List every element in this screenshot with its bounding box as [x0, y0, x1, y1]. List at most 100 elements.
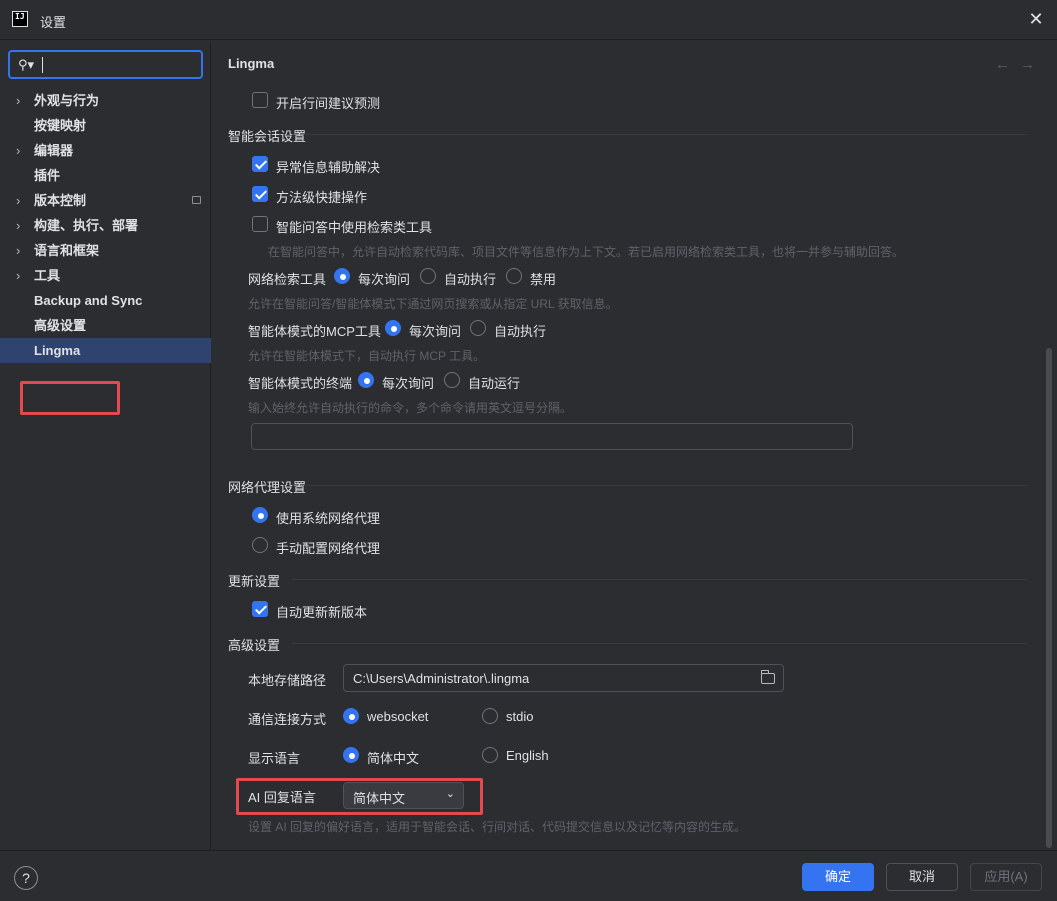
agent-mcp-auto-label: 自动执行	[494, 324, 547, 339]
display-lang-en-radio[interactable]	[482, 747, 498, 763]
advanced-section-title: 高级设置	[228, 638, 281, 653]
connection-websocket-label: websocket	[367, 709, 429, 724]
exception-assist-label: 异常信息辅助解决	[276, 160, 381, 175]
cancel-button[interactable]: 取消	[886, 863, 958, 891]
sidebar-item-label: 版本控制	[34, 193, 87, 208]
vertical-scrollbar[interactable]	[1046, 348, 1052, 848]
sidebar-item-appearance[interactable]: › 外观与行为	[0, 88, 211, 113]
sidebar-item-lingma[interactable]: Lingma	[0, 338, 211, 363]
project-scope-icon	[192, 196, 201, 204]
agent-mcp-ask-radio[interactable]	[385, 320, 401, 336]
agent-mcp-label: 智能体模式的MCP工具	[248, 324, 381, 339]
agent-mcp-hint: 允许在智能体模式下，自动执行 MCP 工具。	[248, 349, 486, 363]
close-icon[interactable]: ✕	[1025, 8, 1047, 30]
agent-terminal-ask-label: 每次询问	[382, 376, 435, 391]
apply-button[interactable]: 应用(A)	[970, 863, 1042, 891]
web-search-ask-label: 每次询问	[358, 272, 411, 287]
settings-tree: › 外观与行为 按键映射 › 编辑器 插件 › 版本控制 › 构建、执行、部署 …	[0, 88, 211, 363]
ok-button[interactable]: 确定	[802, 863, 874, 891]
allowed-commands-input[interactable]	[251, 423, 853, 450]
display-lang-zh-label: 简体中文	[367, 751, 420, 766]
sidebar-item-label: 高级设置	[34, 318, 87, 333]
ai-reply-lang-hint: 设置 AI 回复的偏好语言，适用于智能会话、行间对话、代码提交信息以及记忆等内容…	[248, 820, 747, 834]
agent-terminal-ask-radio[interactable]	[358, 372, 374, 388]
settings-panel: Lingma ←→ 开启行间建议预测 智能会话设置 异常信息辅助解决 方法级快捷…	[212, 41, 1057, 850]
annotation-highlight-box	[236, 778, 483, 815]
section-divider	[304, 485, 1027, 486]
sidebar-item-editor[interactable]: › 编辑器	[0, 138, 211, 163]
sidebar-item-label: 外观与行为	[34, 93, 100, 108]
method-quick-ops-checkbox[interactable]	[252, 186, 268, 202]
web-search-disable-label: 禁用	[530, 272, 557, 287]
proxy-manual-radio[interactable]	[252, 537, 268, 553]
page-title: Lingma	[228, 56, 275, 71]
window-title: 设置	[40, 15, 67, 30]
auto-update-label: 自动更新新版本	[276, 605, 368, 620]
chevron-right-icon[interactable]: ›	[16, 263, 28, 288]
chevron-right-icon[interactable]: ›	[16, 138, 28, 163]
web-search-auto-radio[interactable]	[420, 268, 436, 284]
agent-terminal-auto-radio[interactable]	[444, 372, 460, 388]
app-logo-icon: IJ	[12, 11, 28, 27]
web-search-hint: 允许在智能问答/智能体模式下通过网页搜索或从指定 URL 获取信息。	[248, 297, 618, 311]
sidebar-item-tools[interactable]: › 工具	[0, 263, 211, 288]
storage-path-label: 本地存储路径	[248, 673, 327, 688]
sidebar-item-label: 构建、执行、部署	[34, 218, 139, 233]
help-button[interactable]: ?	[14, 866, 38, 890]
storage-path-field[interactable]: C:\Users\Administrator\.lingma	[343, 664, 784, 692]
search-input[interactable]: ⚲▾	[8, 50, 203, 79]
chevron-right-icon[interactable]: ›	[16, 188, 28, 213]
proxy-system-label: 使用系统网络代理	[276, 511, 381, 526]
section-divider	[304, 134, 1027, 135]
web-search-ask-radio[interactable]	[334, 268, 350, 284]
back-arrow-icon[interactable]: ←	[995, 56, 1020, 73]
sidebar-item-languages[interactable]: › 语言和框架	[0, 238, 211, 263]
sidebar-item-vcs[interactable]: › 版本控制	[0, 188, 211, 213]
sidebar-item-label: 工具	[34, 268, 61, 283]
sidebar-item-label: 插件	[34, 168, 61, 183]
agent-mcp-ask-label: 每次询问	[409, 324, 462, 339]
chevron-right-icon[interactable]: ›	[16, 213, 28, 238]
search-tools-hint: 在智能问答中，允许自动检索代码库、项目文件等信息作为上下文。若已启用网络检索类工…	[268, 245, 905, 259]
sidebar-item-label: 编辑器	[34, 143, 74, 158]
update-section-title: 更新设置	[228, 574, 281, 589]
exception-assist-checkbox[interactable]	[252, 156, 268, 172]
annotation-highlight-box	[20, 381, 120, 415]
display-lang-en-label: English	[506, 748, 549, 763]
web-search-auto-label: 自动执行	[444, 272, 497, 287]
agent-mcp-auto-radio[interactable]	[470, 320, 486, 336]
sidebar-item-advanced[interactable]: 高级设置	[0, 313, 211, 338]
agent-terminal-hint: 输入始终允许自动执行的命令，多个命令请用英文逗号分隔。	[248, 401, 573, 415]
connection-label: 通信连接方式	[248, 712, 327, 727]
chevron-right-icon[interactable]: ›	[16, 88, 28, 113]
connection-websocket-radio[interactable]	[343, 708, 359, 724]
web-search-label: 网络检索工具	[248, 272, 327, 287]
sidebar: ⚲▾ › 外观与行为 按键映射 › 编辑器 插件 › 版本控制 › 构建、执行、…	[0, 41, 211, 850]
section-divider	[292, 643, 1027, 644]
chevron-right-icon[interactable]: ›	[16, 238, 28, 263]
inline-suggest-checkbox[interactable]	[252, 92, 268, 108]
section-divider	[292, 579, 1027, 580]
method-quick-ops-label: 方法级快捷操作	[276, 190, 368, 205]
search-tools-checkbox[interactable]	[252, 216, 268, 232]
web-search-disable-radio[interactable]	[506, 268, 522, 284]
sidebar-item-plugins[interactable]: 插件	[0, 163, 211, 188]
sidebar-item-label: 语言和框架	[34, 243, 100, 258]
forward-arrow-icon[interactable]: →	[1020, 56, 1045, 73]
dialog-footer: ? 确定 取消 应用(A)	[0, 850, 1057, 901]
sidebar-item-label: Backup and Sync	[34, 293, 143, 308]
inline-suggest-label: 开启行间建议预测	[276, 96, 381, 111]
display-lang-zh-radio[interactable]	[343, 747, 359, 763]
connection-stdio-label: stdio	[506, 709, 534, 724]
connection-stdio-radio[interactable]	[482, 708, 498, 724]
text-caret	[42, 57, 43, 73]
back-forward-arrows[interactable]: ←→	[995, 56, 1045, 73]
sidebar-item-build[interactable]: › 构建、执行、部署	[0, 213, 211, 238]
sidebar-item-backup-sync[interactable]: Backup and Sync	[0, 288, 211, 313]
folder-icon[interactable]	[761, 670, 775, 684]
agent-terminal-label: 智能体模式的终端	[248, 376, 353, 391]
sidebar-item-keymap[interactable]: 按键映射	[0, 113, 211, 138]
search-icon: ⚲▾	[18, 57, 35, 72]
proxy-system-radio[interactable]	[252, 507, 268, 523]
auto-update-checkbox[interactable]	[252, 601, 268, 617]
